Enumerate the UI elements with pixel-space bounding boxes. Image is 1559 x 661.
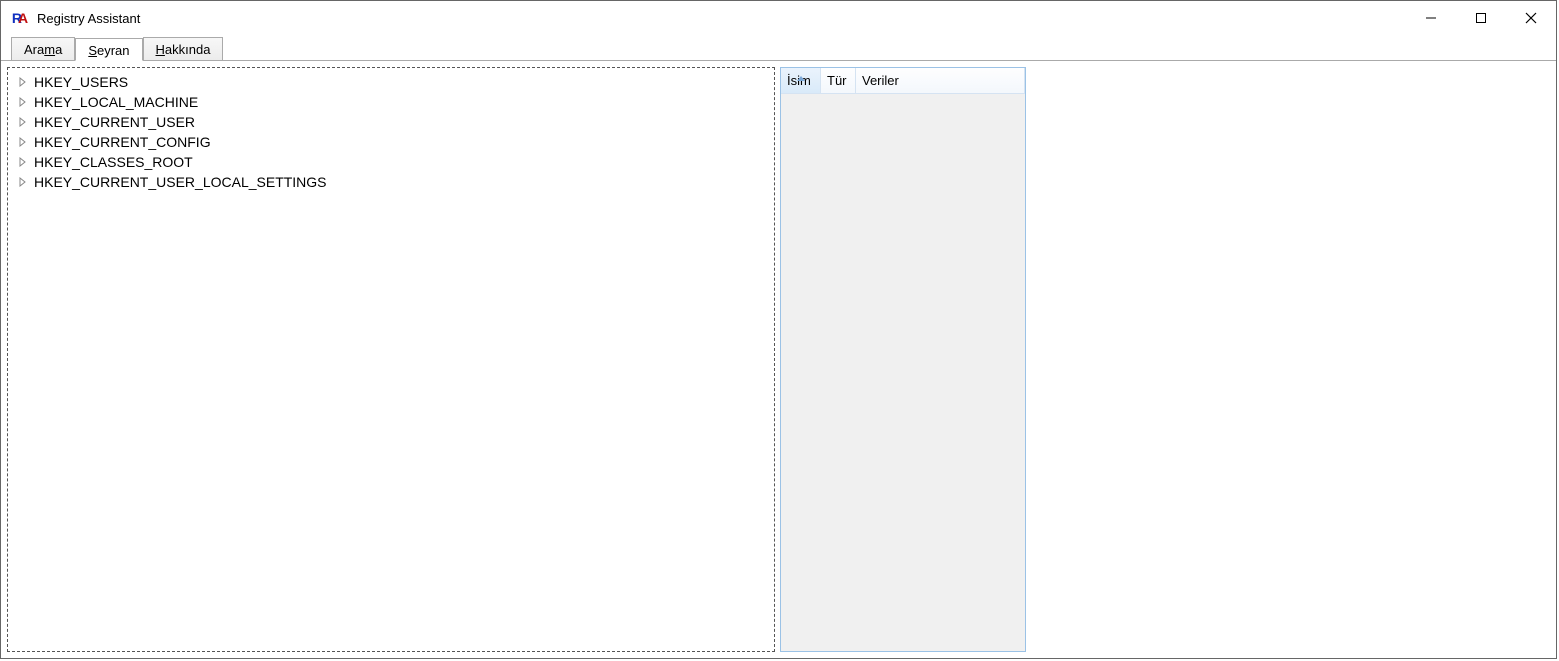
app-window: RA Registry Assistant Arama Seyran Hakkı… xyxy=(0,0,1557,659)
tree-item-label: HKEY_CURRENT_USER_LOCAL_SETTINGS xyxy=(34,174,327,190)
tree-item[interactable]: HKEY_CURRENT_USER xyxy=(10,112,772,132)
titlebar[interactable]: RA Registry Assistant xyxy=(1,1,1556,35)
client-area: HKEY_USERS HKEY_LOCAL_MACHINE HKEY_CURRE… xyxy=(1,60,1556,658)
minimize-button[interactable] xyxy=(1406,1,1456,35)
column-header-type[interactable]: Tür xyxy=(821,68,856,94)
expand-collapse-icon[interactable] xyxy=(16,175,30,189)
blank-area xyxy=(1026,67,1550,652)
tab-seyran[interactable]: Seyran xyxy=(75,38,142,61)
maximize-button[interactable] xyxy=(1456,1,1506,35)
sort-ascending-icon xyxy=(797,69,805,84)
tree-item[interactable]: HKEY_USERS xyxy=(10,72,772,92)
tree-item-label: HKEY_LOCAL_MACHINE xyxy=(34,94,198,110)
expand-collapse-icon[interactable] xyxy=(16,155,30,169)
tree-item[interactable]: HKEY_CLASSES_ROOT xyxy=(10,152,772,172)
tab-arama[interactable]: Arama xyxy=(11,37,75,60)
tree-item-label: HKEY_CLASSES_ROOT xyxy=(34,154,193,170)
window-title: Registry Assistant xyxy=(37,11,140,26)
tree-item-label: HKEY_CURRENT_CONFIG xyxy=(34,134,211,150)
expand-collapse-icon[interactable] xyxy=(16,135,30,149)
list-body[interactable] xyxy=(781,94,1025,651)
tree-item[interactable]: HKEY_CURRENT_CONFIG xyxy=(10,132,772,152)
window-controls xyxy=(1406,1,1556,35)
registry-tree[interactable]: HKEY_USERS HKEY_LOCAL_MACHINE HKEY_CURRE… xyxy=(7,67,775,652)
close-button[interactable] xyxy=(1506,1,1556,35)
column-header-name[interactable]: İsim xyxy=(781,68,821,94)
tree-item[interactable]: HKEY_LOCAL_MACHINE xyxy=(10,92,772,112)
list-header: İsim Tür Veriler xyxy=(781,68,1025,94)
tree-item[interactable]: HKEY_CURRENT_USER_LOCAL_SETTINGS xyxy=(10,172,772,192)
expand-collapse-icon[interactable] xyxy=(16,95,30,109)
tree-item-label: HKEY_USERS xyxy=(34,74,128,90)
tree-item-label: HKEY_CURRENT_USER xyxy=(34,114,195,130)
app-icon: RA xyxy=(11,9,29,27)
expand-collapse-icon[interactable] xyxy=(16,75,30,89)
tab-hakkinda[interactable]: Hakkında xyxy=(143,37,224,60)
value-list[interactable]: İsim Tür Veriler xyxy=(780,67,1026,652)
tabstrip: Arama Seyran Hakkında xyxy=(1,35,1556,60)
expand-collapse-icon[interactable] xyxy=(16,115,30,129)
column-header-data[interactable]: Veriler xyxy=(856,68,1025,94)
